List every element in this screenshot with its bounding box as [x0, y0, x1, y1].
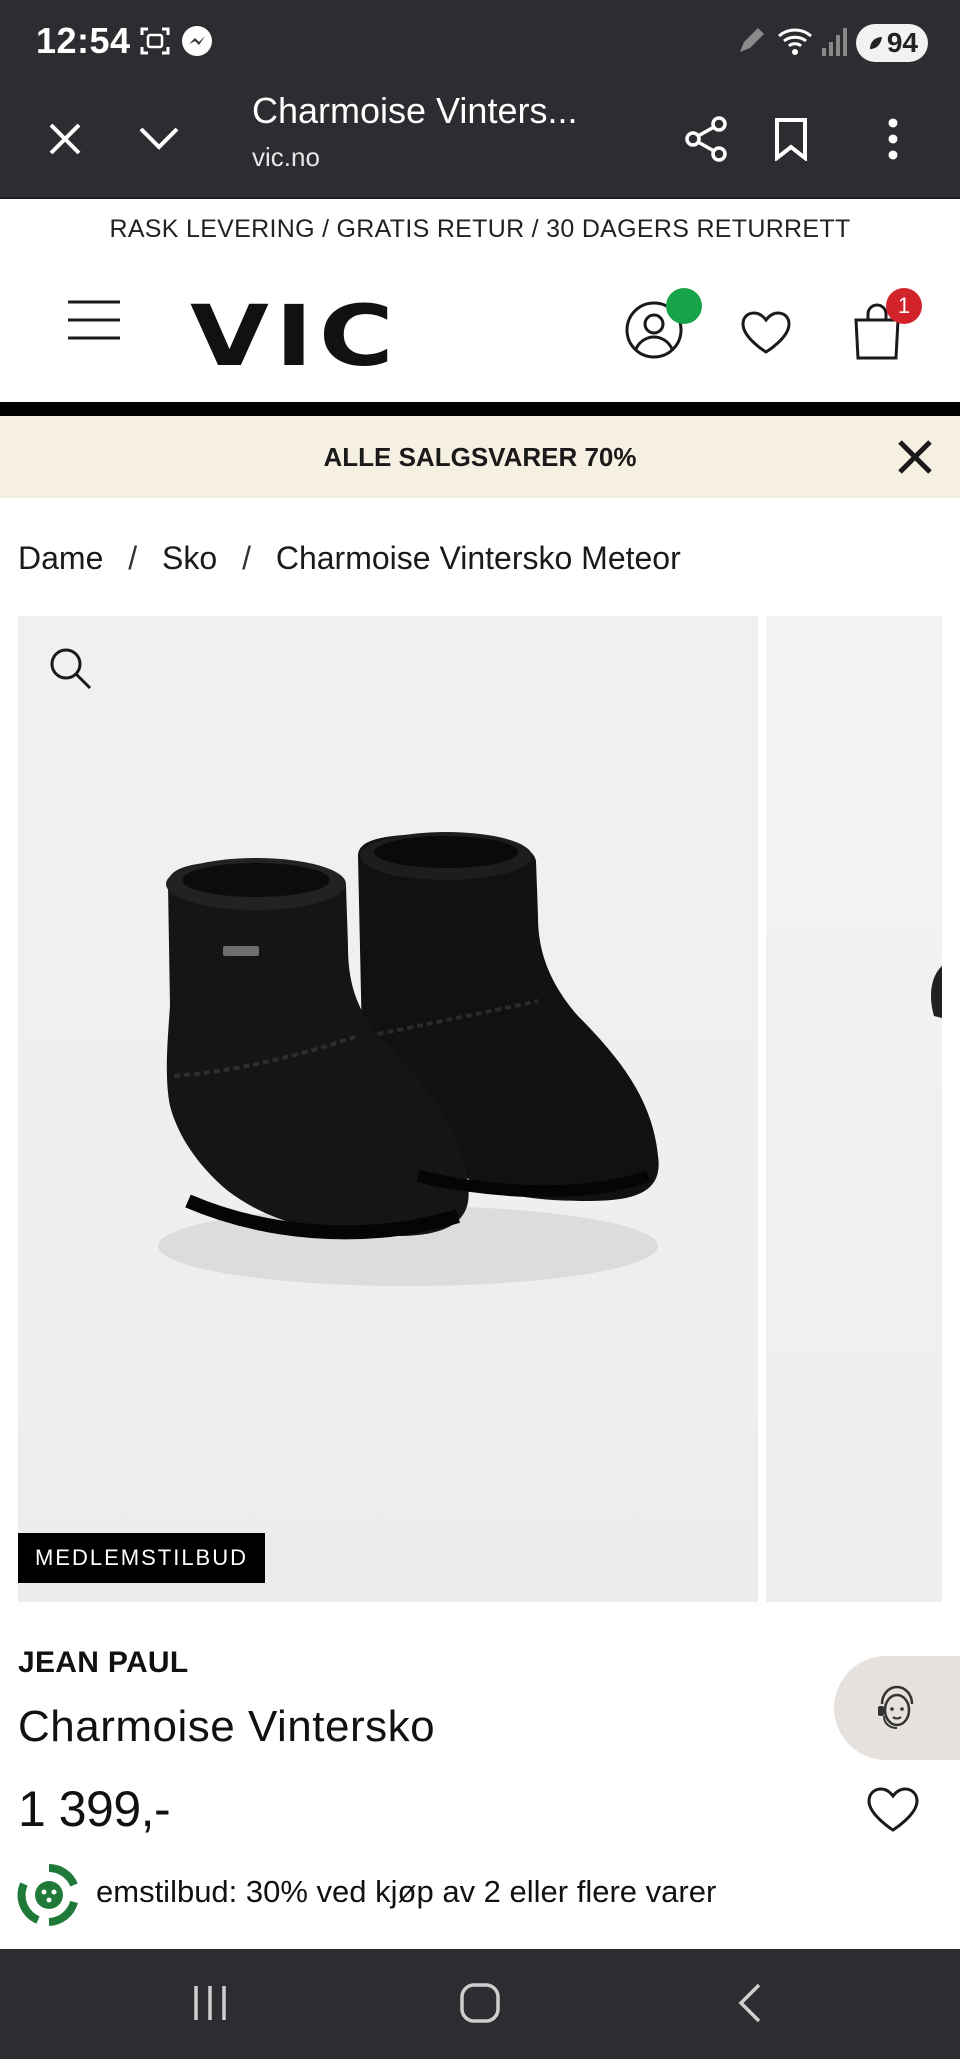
wishlist-button[interactable]	[740, 310, 792, 356]
page-url[interactable]: vic.no	[252, 142, 320, 173]
site-logo[interactable]: VIC	[190, 288, 400, 386]
breadcrumb-separator: /	[128, 540, 138, 576]
close-icon	[47, 121, 83, 162]
cart-button[interactable]: 1	[852, 288, 922, 360]
account-status-dot	[666, 288, 702, 324]
battery-icon: 94	[856, 24, 928, 62]
loyalty-program-icon[interactable]	[16, 1862, 82, 1928]
header-divider	[0, 402, 960, 416]
zoom-button[interactable]	[48, 646, 92, 690]
shipping-promo-banner: RASK LEVERING / GRATIS RETUR / 30 DAGERS…	[109, 215, 851, 243]
battery-level: 94	[886, 27, 918, 58]
status-time: 12:54	[36, 20, 131, 61]
sale-text[interactable]: ALLE SALGSVARER 70%	[0, 416, 960, 498]
chevron-down-icon	[137, 125, 181, 158]
more-vertical-icon	[887, 118, 899, 165]
shopping-bag-icon	[852, 303, 902, 364]
product-price: 1 399,-	[18, 1781, 171, 1837]
browser-toolbar: Charmoise Vinters... vic.no	[0, 84, 960, 199]
heart-icon	[866, 1787, 920, 1838]
add-to-wishlist-button[interactable]	[866, 1786, 920, 1834]
product-brand[interactable]: JEAN PAUL	[18, 1646, 189, 1680]
account-button[interactable]	[624, 288, 702, 360]
heart-icon	[740, 311, 792, 360]
system-navigation-bar	[0, 1949, 960, 2059]
breadcrumb: Dame / Sko / Charmoise Vintersko Meteor	[18, 540, 681, 577]
share-icon	[684, 115, 730, 167]
search-icon	[48, 648, 92, 694]
product-name: Charmoise Vintersko	[18, 1702, 436, 1751]
bookmark-button[interactable]	[748, 98, 834, 184]
product-image[interactable]: MEDLEMSTILBUD	[18, 616, 758, 1602]
close-tab-button[interactable]	[22, 98, 108, 184]
signal-icon	[820, 24, 850, 63]
close-sale-bar-button[interactable]	[896, 438, 934, 476]
next-product-image[interactable]	[766, 616, 942, 1602]
messenger-icon	[180, 24, 214, 63]
sale-announcement-bar: ALLE SALGSVARER 70%	[0, 416, 960, 498]
breadcrumb-item-sko[interactable]: Sko	[162, 540, 217, 576]
breadcrumb-separator: /	[242, 540, 251, 576]
bookmark-icon	[773, 117, 809, 166]
support-agent-icon	[872, 1682, 922, 1741]
customer-service-chat-button[interactable]	[834, 1656, 960, 1760]
boots-illustration	[158, 832, 659, 1286]
partial-product-illustration	[930, 966, 942, 1018]
home-icon	[459, 1982, 501, 2029]
site-header: VIC 1	[0, 258, 960, 400]
member-offer-text: emstilbud: 30% ved kjøp av 2 eller flere…	[96, 1874, 717, 1909]
close-icon	[896, 440, 934, 480]
cart-count-badge: 1	[886, 288, 922, 324]
wifi-icon	[776, 24, 814, 63]
screenshot-icon	[138, 24, 172, 63]
more-options-button[interactable]	[850, 98, 936, 184]
home-button[interactable]	[420, 1967, 540, 2043]
minimize-button[interactable]	[116, 98, 202, 184]
back-icon	[735, 1982, 765, 2029]
hamburger-icon	[66, 300, 122, 346]
breadcrumb-item-dame[interactable]: Dame	[18, 540, 103, 576]
page-title[interactable]: Charmoise Vinters...	[252, 90, 577, 132]
menu-button[interactable]	[66, 298, 122, 354]
pen-icon	[736, 24, 766, 63]
product-gallery[interactable]: MEDLEMSTILBUD	[18, 616, 942, 1602]
breadcrumb-item-current: Charmoise Vintersko Meteor	[275, 540, 681, 576]
member-offer-badge: MEDLEMSTILBUD	[18, 1533, 265, 1583]
back-button[interactable]	[690, 1967, 810, 2043]
share-button[interactable]	[664, 98, 750, 184]
recent-apps-icon	[190, 1984, 230, 2027]
status-bar: 12:54 94	[0, 0, 960, 84]
recent-apps-button[interactable]	[150, 1967, 270, 2043]
user-icon	[624, 301, 684, 364]
